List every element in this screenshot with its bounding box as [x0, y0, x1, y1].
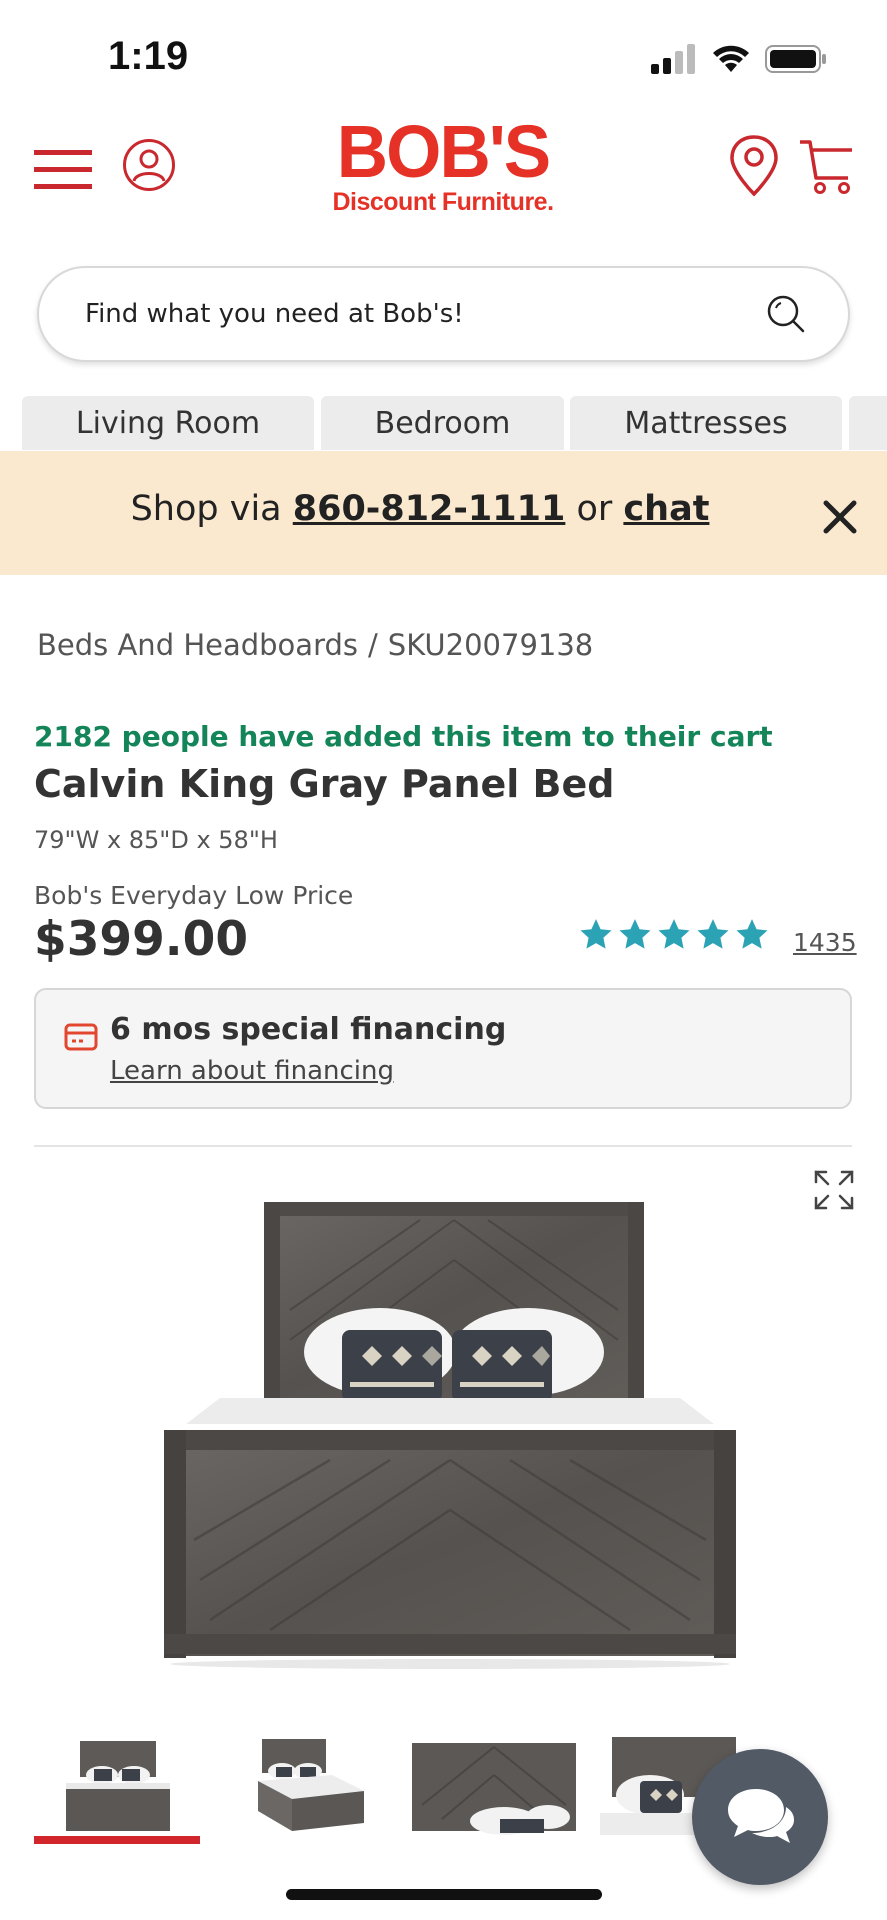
- chat-bubbles-icon: [728, 1789, 794, 1843]
- learn-financing-link[interactable]: Learn about financing: [110, 1056, 394, 1086]
- search-bar[interactable]: Find what you need at Bob's!: [37, 266, 850, 362]
- breadcrumb-sku: SKU20079138: [387, 628, 594, 662]
- signal-icon: [651, 44, 695, 74]
- tab-bedroom[interactable]: Bedroom: [321, 396, 564, 450]
- category-tabs: Living Room Bedroom Mattresses: [22, 396, 887, 450]
- store-location-icon[interactable]: [728, 134, 780, 198]
- status-icons: [651, 44, 827, 74]
- section-divider: [34, 1145, 852, 1147]
- wifi-icon: [713, 45, 749, 72]
- product-title: Calvin King Gray Panel Bed: [34, 762, 615, 806]
- star-icon: [736, 919, 768, 949]
- breadcrumb: Beds And Headboards / SKU20079138: [37, 628, 603, 662]
- star-rating[interactable]: [578, 918, 770, 952]
- account-icon[interactable]: [122, 138, 176, 192]
- close-icon[interactable]: [820, 497, 860, 537]
- search-placeholder[interactable]: Find what you need at Bob's!: [85, 299, 464, 329]
- tab-more[interactable]: [849, 396, 887, 450]
- promo-text: Shop via 860-812-1111 or chat: [0, 489, 840, 529]
- tab-mattresses[interactable]: Mattresses: [570, 396, 842, 450]
- price-label: Bob's Everyday Low Price: [34, 881, 354, 910]
- cart-count-message: 2182 people have added this item to thei…: [34, 720, 773, 753]
- search-icon[interactable]: [766, 294, 806, 334]
- financing-box: 6 mos special financing Learn about fina…: [34, 988, 852, 1109]
- expand-icon[interactable]: [812, 1168, 856, 1212]
- promo-phone-link[interactable]: 860-812-1111: [293, 489, 566, 529]
- star-icon: [619, 919, 651, 949]
- breadcrumb-separator: /: [368, 628, 378, 662]
- chat-button[interactable]: [692, 1749, 828, 1885]
- product-price: $399.00: [34, 912, 249, 967]
- promo-banner: Shop via 860-812-1111 or chat: [0, 451, 887, 575]
- star-icon: [658, 919, 690, 949]
- hamburger-menu-icon[interactable]: [34, 148, 92, 192]
- battery-icon: [765, 45, 826, 73]
- cart-icon[interactable]: [798, 136, 854, 196]
- star-icon: [697, 919, 729, 949]
- thumbnail-2[interactable]: [252, 1730, 368, 1840]
- promo-chat-link[interactable]: chat: [623, 489, 709, 529]
- thumbnail-1[interactable]: [60, 1730, 176, 1840]
- selected-thumbnail-indicator: [34, 1836, 200, 1844]
- site-header: BOB'S Discount Furniture.: [0, 110, 887, 260]
- logo-wordmark: BOB'S: [336, 110, 551, 193]
- tab-living-room[interactable]: Living Room: [22, 396, 314, 450]
- promo-prefix: Shop via: [130, 489, 293, 529]
- promo-middle: or: [565, 489, 624, 529]
- bobs-logo[interactable]: BOB'S Discount Furniture.: [316, 114, 570, 222]
- star-icon: [580, 919, 612, 949]
- breadcrumb-category[interactable]: Beds And Headboards: [37, 628, 358, 662]
- thumbnail-3[interactable]: [412, 1730, 576, 1840]
- status-time: 1:19: [108, 34, 189, 78]
- home-indicator: [286, 1889, 602, 1900]
- product-dimensions: 79"W x 85"D x 58"H: [34, 826, 278, 854]
- financing-title: 6 mos special financing: [110, 1012, 507, 1047]
- product-main-image[interactable]: [150, 1190, 750, 1670]
- credit-card-icon: [64, 1023, 98, 1051]
- review-count-link[interactable]: 1435: [793, 928, 857, 957]
- status-bar: 1:19: [0, 0, 887, 110]
